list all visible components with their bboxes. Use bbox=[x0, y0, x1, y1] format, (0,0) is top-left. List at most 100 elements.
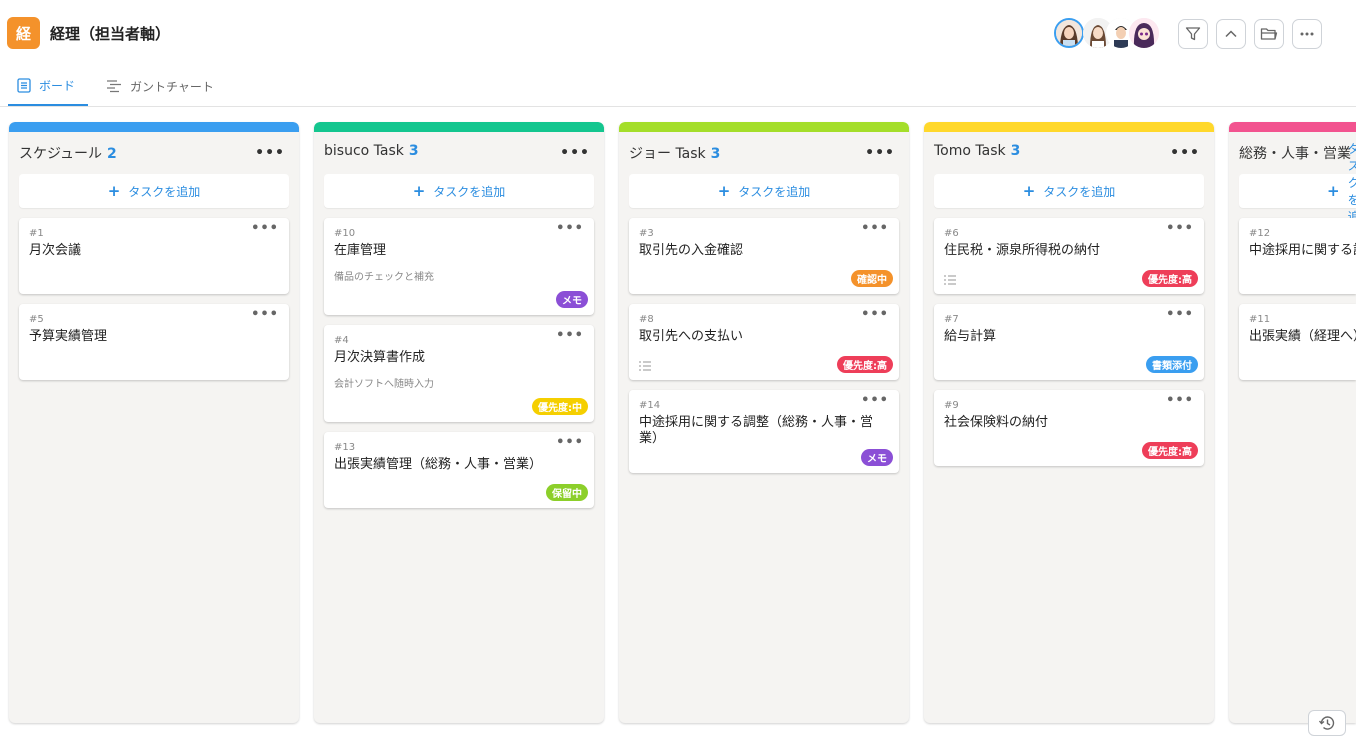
card-more-icon[interactable]: ••• bbox=[1166, 393, 1194, 408]
column-color-bar bbox=[924, 122, 1214, 132]
add-task-button[interactable]: +タスクを追加 bbox=[19, 174, 289, 208]
add-task-button[interactable]: +タスクを追加 bbox=[629, 174, 899, 208]
card-more-icon[interactable]: ••• bbox=[556, 221, 584, 236]
column-count: 3 bbox=[408, 143, 419, 159]
history-icon bbox=[1318, 716, 1335, 730]
view-tabs: ボード ガントチャート bbox=[0, 66, 1356, 107]
card-more-icon[interactable]: ••• bbox=[1166, 221, 1194, 236]
status-badge: メモ bbox=[556, 291, 588, 308]
column-color-bar bbox=[9, 122, 299, 132]
task-card[interactable]: #1 ••• 月次会議 bbox=[19, 218, 289, 294]
status-badge: 優先度:高 bbox=[837, 356, 893, 373]
task-card[interactable]: #6 ••• 住民税・源泉所得税の納付 優先度:高 bbox=[934, 218, 1204, 294]
column-more-icon[interactable]: ••• bbox=[1170, 145, 1200, 161]
task-card[interactable]: #7 ••• 給与計算 書類添付 bbox=[934, 304, 1204, 380]
tab-label: ボード bbox=[39, 78, 76, 93]
status-badge: 優先度:高 bbox=[1142, 442, 1198, 459]
board-icon bbox=[17, 77, 31, 93]
collapse-button[interactable] bbox=[1216, 19, 1246, 49]
task-card[interactable]: #3 ••• 取引先の入金確認 確認中 bbox=[629, 218, 899, 294]
card-more-icon[interactable]: ••• bbox=[556, 328, 584, 343]
column-title: bisuco Task 3 bbox=[324, 143, 419, 159]
task-card[interactable]: #14 ••• 中途採用に関する調整（総務・人事・営業） メモ bbox=[629, 390, 899, 473]
card-title: 中途採用に関する調整 bbox=[1249, 243, 1356, 258]
task-card[interactable]: #5 ••• 予算実績管理 bbox=[19, 304, 289, 380]
checklist-icon bbox=[944, 275, 956, 285]
column-title: 総務・人事・営業2 bbox=[1239, 146, 1351, 162]
more-icon bbox=[1300, 32, 1314, 36]
gantt-icon bbox=[107, 80, 121, 93]
task-card[interactable]: #9 ••• 社会保険料の納付 優先度:高 bbox=[934, 390, 1204, 466]
status-badge: 保留中 bbox=[546, 484, 588, 501]
card-id: #7 bbox=[944, 314, 959, 325]
column-more-icon[interactable]: ••• bbox=[560, 145, 590, 161]
card-id: #12 bbox=[1249, 228, 1271, 239]
card-id: #9 bbox=[944, 400, 959, 411]
task-card[interactable]: #13 ••• 出張実績管理（総務・人事・営業） 保留中 bbox=[324, 432, 594, 508]
add-task-button[interactable]: +タスクを追加 bbox=[1239, 142, 1356, 241]
task-card[interactable]: #4 ••• 月次決算書作成 会計ソフトへ随時入力 優先度:中 bbox=[324, 325, 594, 422]
card-id: #8 bbox=[639, 314, 654, 325]
card-more-icon[interactable]: ••• bbox=[251, 307, 279, 322]
status-badge: 優先度:高 bbox=[1142, 270, 1198, 287]
chevron-up-icon bbox=[1225, 30, 1237, 38]
card-title: 住民税・源泉所得税の納付 bbox=[944, 243, 1101, 258]
column-title: スケジュール 2 bbox=[19, 146, 117, 162]
card-more-icon[interactable]: ••• bbox=[861, 393, 889, 408]
card-title: 予算実績管理 bbox=[29, 329, 108, 344]
card-more-icon[interactable]: ••• bbox=[861, 307, 889, 322]
column-color-bar bbox=[1229, 122, 1356, 132]
task-card[interactable]: #12 中途採用に関する調整 bbox=[1239, 218, 1356, 294]
card-description: 会計ソフトへ随時入力 bbox=[334, 379, 434, 390]
filter-icon bbox=[1185, 27, 1201, 41]
card-more-icon[interactable]: ••• bbox=[861, 221, 889, 236]
card-more-icon[interactable]: ••• bbox=[251, 221, 279, 236]
card-more-icon[interactable]: ••• bbox=[556, 435, 584, 450]
checklist-icon bbox=[639, 361, 651, 371]
column-count: 3 bbox=[1010, 143, 1021, 159]
column-title: Tomo Task 3 bbox=[934, 143, 1021, 159]
filter-button[interactable] bbox=[1178, 19, 1208, 49]
column-schedule: スケジュール 2 ••• + タスクを追加 #1 ••• 月次会議 #5 ••• 予… bbox=[9, 122, 299, 723]
member-avatar[interactable] bbox=[1129, 18, 1159, 48]
column-bisuco-task: bisuco Task 3 ••• + タスクを追加 #10 ••• 在庫管理 備品… bbox=[314, 122, 604, 723]
card-title: 社会保険料の納付 bbox=[944, 415, 1049, 430]
status-badge: メモ bbox=[861, 449, 893, 466]
task-card[interactable]: #8 ••• 取引先への支払い 優先度:高 bbox=[629, 304, 899, 380]
card-title: 在庫管理 bbox=[334, 243, 387, 258]
card-title: 出張実績（経理へ） bbox=[1249, 329, 1356, 344]
column-more-icon[interactable]: ••• bbox=[865, 145, 895, 161]
status-badge: 書類添付 bbox=[1146, 356, 1198, 373]
card-more-icon[interactable]: ••• bbox=[1166, 307, 1194, 322]
card-id: #11 bbox=[1249, 314, 1271, 325]
card-title: 月次決算書作成 bbox=[334, 350, 426, 365]
folder-button[interactable] bbox=[1254, 19, 1284, 49]
column-more-icon[interactable]: ••• bbox=[255, 145, 285, 161]
kanban-board: スケジュール 2 ••• + タスクを追加 #1 ••• 月次会議 #5 ••• 予… bbox=[0, 107, 1356, 734]
plus-icon: + bbox=[717, 182, 731, 200]
add-task-button[interactable]: +タスクを追加 bbox=[324, 174, 594, 208]
card-title: 取引先の入金確認 bbox=[639, 243, 744, 258]
card-title: 取引先への支払い bbox=[639, 329, 744, 344]
card-title: 給与計算 bbox=[944, 329, 997, 344]
tab-gantt[interactable]: ガントチャート bbox=[106, 66, 214, 106]
task-card[interactable]: #11 出張実績（経理へ） bbox=[1239, 304, 1356, 380]
card-id: #4 bbox=[334, 335, 349, 346]
member-avatar[interactable] bbox=[1054, 18, 1084, 48]
card-id: #1 bbox=[29, 228, 44, 239]
column-title: ジョー Task 3 bbox=[629, 146, 721, 162]
card-id: #3 bbox=[639, 228, 654, 239]
more-button[interactable] bbox=[1292, 19, 1322, 49]
plus-icon: + bbox=[1327, 182, 1340, 200]
card-id: #5 bbox=[29, 314, 44, 325]
tab-board[interactable]: ボード bbox=[8, 66, 88, 106]
column-joe-task: ジョー Task 3 ••• + タスクを追加 #3 ••• 取引先の入金確認 確認… bbox=[619, 122, 909, 723]
status-badge: 確認中 bbox=[851, 270, 893, 287]
card-id: #10 bbox=[334, 228, 356, 239]
add-task-button[interactable]: +タスクを追加 bbox=[934, 174, 1204, 208]
card-id: #14 bbox=[639, 400, 661, 411]
card-title: 月次会議 bbox=[29, 243, 82, 258]
history-button[interactable] bbox=[1308, 710, 1346, 736]
task-card[interactable]: #10 ••• 在庫管理 備品のチェックと補充 メモ bbox=[324, 218, 594, 315]
column-tomo-task: Tomo Task 3 ••• + タスクを追加 #6 ••• 住民税・源泉所得税の… bbox=[924, 122, 1214, 723]
